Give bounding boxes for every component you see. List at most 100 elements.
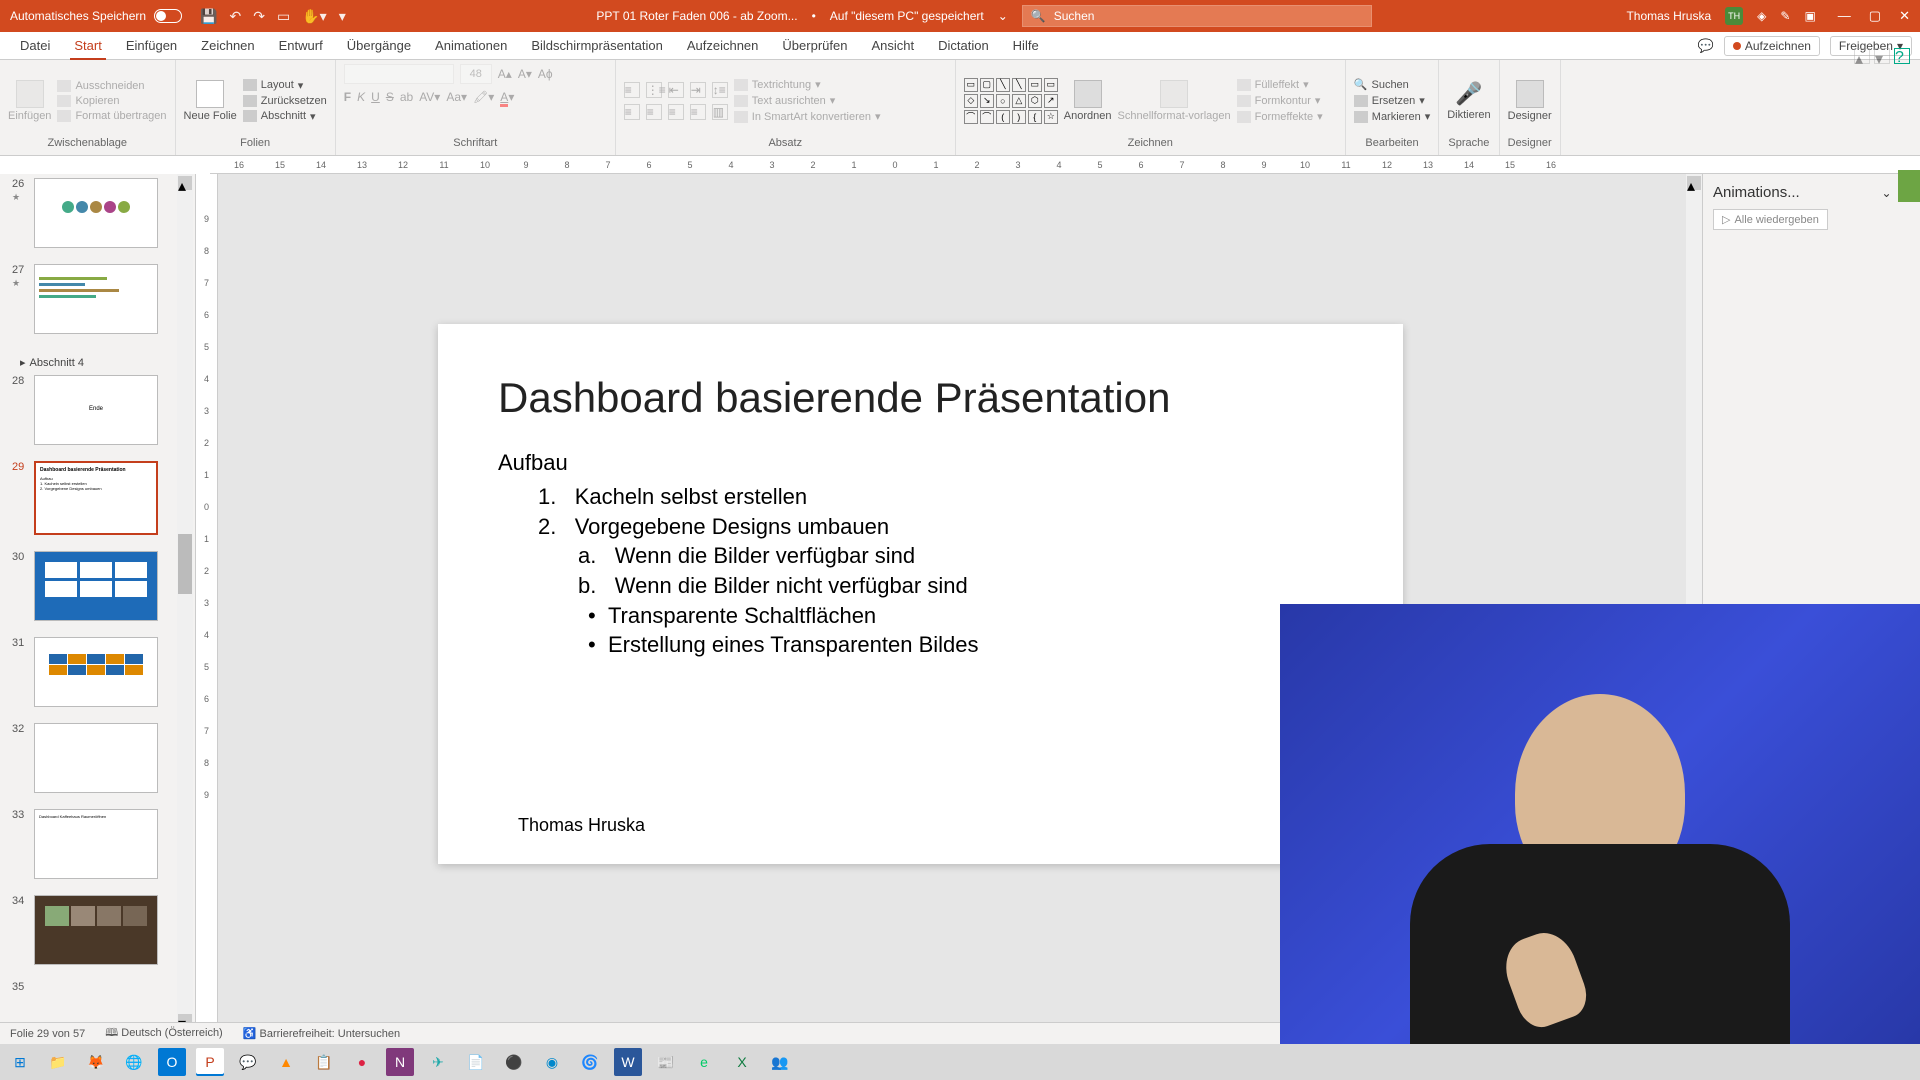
undo-icon[interactable]: ↶ (230, 8, 242, 25)
slide-thumbnails-panel[interactable]: 26 ★ 27 ★ ▸ Abschnitt 4 28 Ende 29 Dashb… (0, 174, 196, 1030)
font-color-icon: A▾ (500, 90, 514, 104)
diamond-icon[interactable]: ◈ (1757, 9, 1766, 23)
group-drawing: Zeichnen (964, 137, 1337, 153)
user-avatar[interactable]: TH (1725, 7, 1743, 25)
start-button[interactable]: ⊞ (6, 1048, 34, 1076)
tab-bildschirm[interactable]: Bildschirmpräsentation (519, 32, 675, 60)
slide-content[interactable]: Dashboard basierende Präsentation Aufbau… (438, 324, 1403, 864)
dictate-button[interactable]: 🎤Diktieren (1447, 81, 1490, 121)
language-indicator[interactable]: 🕮 Deutsch (Österreich) (105, 1024, 223, 1043)
spacing-icon: AV▾ (419, 90, 440, 104)
layout-button[interactable]: Layout ▾ (243, 79, 327, 92)
chevron-down-icon[interactable]: ⌄ (1882, 186, 1892, 200)
tab-aufzeichnen[interactable]: Aufzeichnen (675, 32, 771, 60)
arrange-button[interactable]: Anordnen (1064, 80, 1112, 122)
select-button[interactable]: Markieren ▾ (1354, 110, 1430, 123)
play-icon: ▷ (1722, 213, 1730, 226)
tab-dictation[interactable]: Dictation (926, 32, 1001, 60)
excel-icon[interactable]: X (728, 1048, 756, 1076)
tab-entwurf[interactable]: Entwurf (267, 32, 335, 60)
section-icon (243, 110, 257, 122)
outlook-icon[interactable]: O (158, 1048, 186, 1076)
thumb-26[interactable] (34, 178, 158, 248)
vlc-icon[interactable]: ▲ (272, 1048, 300, 1076)
app-icon[interactable]: 💬 (234, 1048, 262, 1076)
help-icon[interactable]: ? (1894, 48, 1910, 64)
replace-button[interactable]: Ersetzen ▾ (1354, 94, 1430, 107)
list-item: a. Wenn die Bilder verfügbar sind (498, 541, 1343, 571)
word-icon[interactable]: W (614, 1048, 642, 1076)
app-icon[interactable]: 📋 (310, 1048, 338, 1076)
app-icon[interactable]: 🌀 (576, 1048, 604, 1076)
edge-icon[interactable]: e (690, 1048, 718, 1076)
thumb-32[interactable] (34, 723, 158, 793)
telegram-icon[interactable]: ✈ (424, 1048, 452, 1076)
section-header[interactable]: ▸ Abschnitt 4 (20, 356, 189, 369)
app-icon[interactable]: 📄 (462, 1048, 490, 1076)
thumb-27[interactable] (34, 264, 158, 334)
thumb-30[interactable] (34, 551, 158, 621)
app-icon[interactable]: 📰 (652, 1048, 680, 1076)
firefox-icon[interactable]: 🦊 (82, 1048, 110, 1076)
list-item: b. Wenn die Bilder nicht verfügbar sind (498, 571, 1343, 601)
tab-datei[interactable]: Datei (8, 32, 62, 60)
maximize-icon[interactable]: ▢ (1869, 8, 1881, 24)
chevron-down-icon[interactable]: ⌄ (998, 9, 1008, 23)
smartart-icon (734, 111, 748, 123)
comments-icon[interactable]: 💬 (1698, 38, 1714, 54)
window-icon[interactable]: ▣ (1804, 9, 1815, 23)
slide-counter[interactable]: Folie 29 von 57 (10, 1028, 85, 1040)
thumbs-scrollbar[interactable]: ▴ ▾ (177, 174, 193, 1030)
tab-hilfe[interactable]: Hilfe (1001, 32, 1051, 60)
save-icon[interactable]: 💾 (200, 8, 217, 25)
close-icon[interactable]: ✕ (1899, 8, 1910, 24)
thumb-33[interactable]: Dashboard Kaffeehaus Raumeröffnen (34, 809, 158, 879)
present-icon[interactable]: ▭ (277, 8, 290, 25)
designer-button[interactable]: Designer (1508, 80, 1552, 122)
tab-start[interactable]: Start (62, 32, 113, 60)
touch-icon[interactable]: ✋▾ (302, 8, 326, 25)
tab-einfuegen[interactable]: Einfügen (114, 32, 189, 60)
tab-uebergaenge[interactable]: Übergänge (335, 32, 423, 60)
side-tab-green[interactable] (1898, 170, 1920, 202)
autosave-toggle[interactable]: Automatisches Speichern (0, 9, 192, 23)
tab-ansicht[interactable]: Ansicht (859, 32, 926, 60)
minimize-icon[interactable]: — (1838, 8, 1851, 24)
shapes-gallery[interactable]: ▭▢╲╲▭▭ ◇↘○△⬡↗ ⌒⌒(){☆ (964, 78, 1058, 124)
slide-number: 33 (12, 809, 24, 821)
pen-icon[interactable]: ✎ (1780, 9, 1790, 23)
tab-zeichnen[interactable]: Zeichnen (189, 32, 266, 60)
app-icon[interactable]: ● (348, 1048, 376, 1076)
teams-icon[interactable]: 👥 (766, 1048, 794, 1076)
case-icon: Aa▾ (446, 90, 467, 104)
new-slide-button[interactable]: Neue Folie (184, 80, 237, 122)
thumb-29-selected[interactable]: Dashboard basierende Präsentation Aufbau… (34, 461, 158, 535)
toggle-switch[interactable] (154, 9, 182, 23)
thumb-34[interactable] (34, 895, 158, 965)
app-icon[interactable]: ◉ (538, 1048, 566, 1076)
bold-button: F (344, 90, 351, 104)
accessibility-check[interactable]: ♿ Barrierefreiheit: Untersuchen (243, 1027, 400, 1040)
chrome-icon[interactable]: 🌐 (120, 1048, 148, 1076)
tab-animationen[interactable]: Animationen (423, 32, 519, 60)
onenote-icon[interactable]: N (386, 1048, 414, 1076)
powerpoint-icon[interactable]: P (196, 1048, 224, 1076)
slide-number: 31 (12, 637, 24, 649)
redo-icon[interactable]: ↷ (253, 8, 265, 25)
more-icon[interactable]: ▾ (339, 8, 346, 25)
group-voice: Sprache (1447, 137, 1490, 153)
reset-button[interactable]: Zurücksetzen (243, 95, 327, 107)
thumb-28[interactable]: Ende (34, 375, 158, 445)
section-button[interactable]: Abschnitt ▾ (243, 110, 327, 123)
windows-taskbar[interactable]: ⊞ 📁 🦊 🌐 O P 💬 ▲ 📋 ● N ✈ 📄 ⚫ ◉ 🌀 W 📰 e X … (0, 1044, 1920, 1080)
tab-ueberpruefen[interactable]: Überprüfen (770, 32, 859, 60)
microphone-icon: 🎤 (1455, 81, 1482, 107)
obs-icon[interactable]: ⚫ (500, 1048, 528, 1076)
ruler-vertical: 9876543210123456789 (196, 174, 218, 1030)
list-item: 1. Kacheln selbst erstellen (498, 482, 1343, 512)
thumb-31[interactable] (34, 637, 158, 707)
find-button[interactable]: 🔍Suchen (1354, 78, 1430, 91)
record-button[interactable]: Aufzeichnen (1724, 36, 1820, 56)
file-explorer-icon[interactable]: 📁 (44, 1048, 72, 1076)
search-input[interactable]: 🔍 Suchen (1022, 5, 1372, 27)
